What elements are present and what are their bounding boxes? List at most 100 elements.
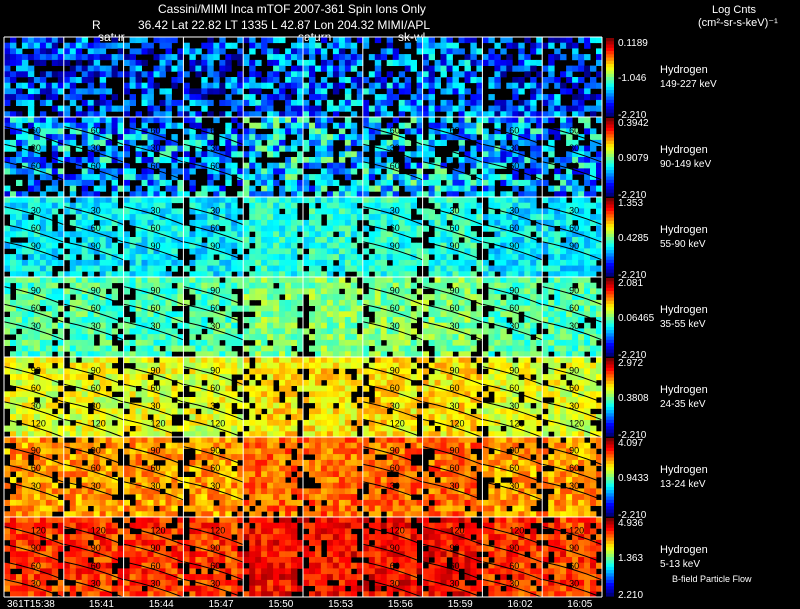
heatmap-cell	[279, 162, 286, 169]
heatmap-cell	[93, 185, 101, 192]
heatmap-cell	[309, 214, 316, 221]
heatmap-cell	[51, 202, 59, 209]
heatmap-cell	[105, 54, 113, 61]
heatmap-cell	[350, 248, 358, 255]
heatmap-cell	[4, 71, 11, 78]
heatmap-cell	[350, 242, 358, 249]
heatmap-cell	[10, 219, 17, 226]
contour-label: 30	[450, 321, 460, 331]
heatmap-cell	[111, 105, 118, 112]
heatmap-cell	[117, 265, 124, 272]
heatmap-cell	[326, 242, 334, 249]
heatmap-cell	[315, 99, 322, 106]
heatmap-cell	[536, 128, 543, 135]
heatmap-cell	[332, 237, 340, 244]
heatmap-cell	[207, 42, 214, 49]
contour-label: 30	[91, 206, 101, 216]
heatmap-cell	[147, 334, 154, 341]
heatmap-cell	[458, 197, 465, 204]
heatmap-cell	[476, 162, 483, 169]
heatmap-cell	[434, 185, 441, 192]
heatmap-cell	[590, 191, 597, 198]
heatmap-cell	[326, 248, 334, 255]
heatmap-cell	[273, 328, 280, 335]
heatmap-cell	[303, 65, 310, 72]
heatmap-cell	[434, 277, 441, 284]
heatmap-cell	[159, 111, 166, 118]
heatmap-cell	[201, 299, 208, 306]
heatmap-cell	[243, 288, 250, 295]
heatmap-cell	[500, 259, 507, 266]
heatmap-cell	[39, 42, 47, 49]
heatmap-cell	[279, 134, 286, 141]
heatmap-cell	[201, 334, 208, 341]
heatmap-cell	[320, 271, 328, 278]
heatmap-cell	[392, 191, 400, 198]
heatmap-cell	[476, 259, 483, 266]
heatmap-cell	[434, 282, 441, 289]
heatmap-cell	[189, 431, 196, 438]
heatmap-cell	[362, 42, 370, 49]
heatmap-cell	[117, 277, 124, 284]
heatmap-cell	[87, 357, 95, 364]
heatmap-cell	[87, 71, 95, 78]
contour-label: 60	[151, 383, 161, 393]
heatmap-cell	[488, 311, 495, 318]
heatmap-cell	[518, 99, 525, 106]
heatmap-cell	[584, 219, 591, 226]
heatmap-cell	[309, 94, 316, 101]
heatmap-cell	[548, 99, 555, 106]
heatmap-cell	[350, 231, 358, 238]
heatmap-cell	[530, 277, 537, 284]
heatmap-cell	[147, 351, 154, 358]
heatmap-cell	[57, 425, 65, 432]
heatmap-cell	[141, 82, 148, 89]
heatmap-cell	[590, 248, 597, 255]
heatmap-cell	[63, 345, 71, 352]
heatmap-cell	[273, 248, 280, 255]
heatmap-cell	[171, 197, 178, 204]
heatmap-cell	[81, 202, 89, 209]
heatmap-cell	[476, 277, 483, 284]
heatmap-cell	[410, 259, 417, 266]
heatmap-cell	[16, 117, 23, 124]
heatmap-cell	[386, 42, 394, 49]
heatmap-cell	[183, 357, 190, 364]
heatmap-cell	[51, 82, 59, 89]
heatmap-cell	[518, 254, 525, 261]
heatmap-cell	[452, 197, 459, 204]
heatmap-cell	[129, 351, 136, 358]
heatmap-cell	[255, 202, 262, 209]
heatmap-cell	[572, 111, 579, 118]
heatmap-cell	[482, 168, 489, 175]
heatmap-cell	[129, 357, 136, 364]
heatmap-cell	[261, 277, 268, 284]
heatmap-cell	[45, 282, 53, 289]
heatmap-cell	[506, 37, 513, 44]
heatmap-cell	[500, 334, 507, 341]
heatmap-cell	[416, 94, 423, 101]
heatmap-cell	[548, 94, 555, 101]
heatmap-cell	[500, 139, 507, 146]
heatmap-cell	[195, 231, 202, 238]
heatmap-cell	[530, 151, 537, 158]
heatmap-cell	[428, 174, 435, 181]
heatmap-cell	[554, 37, 561, 44]
heatmap-cell	[374, 77, 382, 84]
heatmap-cell	[135, 379, 142, 386]
heatmap-cell	[57, 408, 65, 415]
heatmap-cell	[69, 237, 77, 244]
heatmap-cell	[267, 179, 274, 186]
heatmap-cell	[10, 374, 17, 381]
heatmap-cell	[326, 59, 334, 66]
heatmap-cell	[440, 214, 447, 221]
heatmap-cell	[219, 265, 226, 272]
heatmap-cell	[440, 311, 447, 318]
heatmap-cell	[261, 122, 268, 129]
heatmap-cell	[51, 368, 59, 375]
heatmap-cell	[21, 277, 29, 284]
heatmap-cell	[458, 117, 465, 124]
heatmap-cell	[590, 128, 597, 135]
heatmap-cell	[16, 139, 23, 146]
heatmap-cell	[326, 174, 334, 181]
